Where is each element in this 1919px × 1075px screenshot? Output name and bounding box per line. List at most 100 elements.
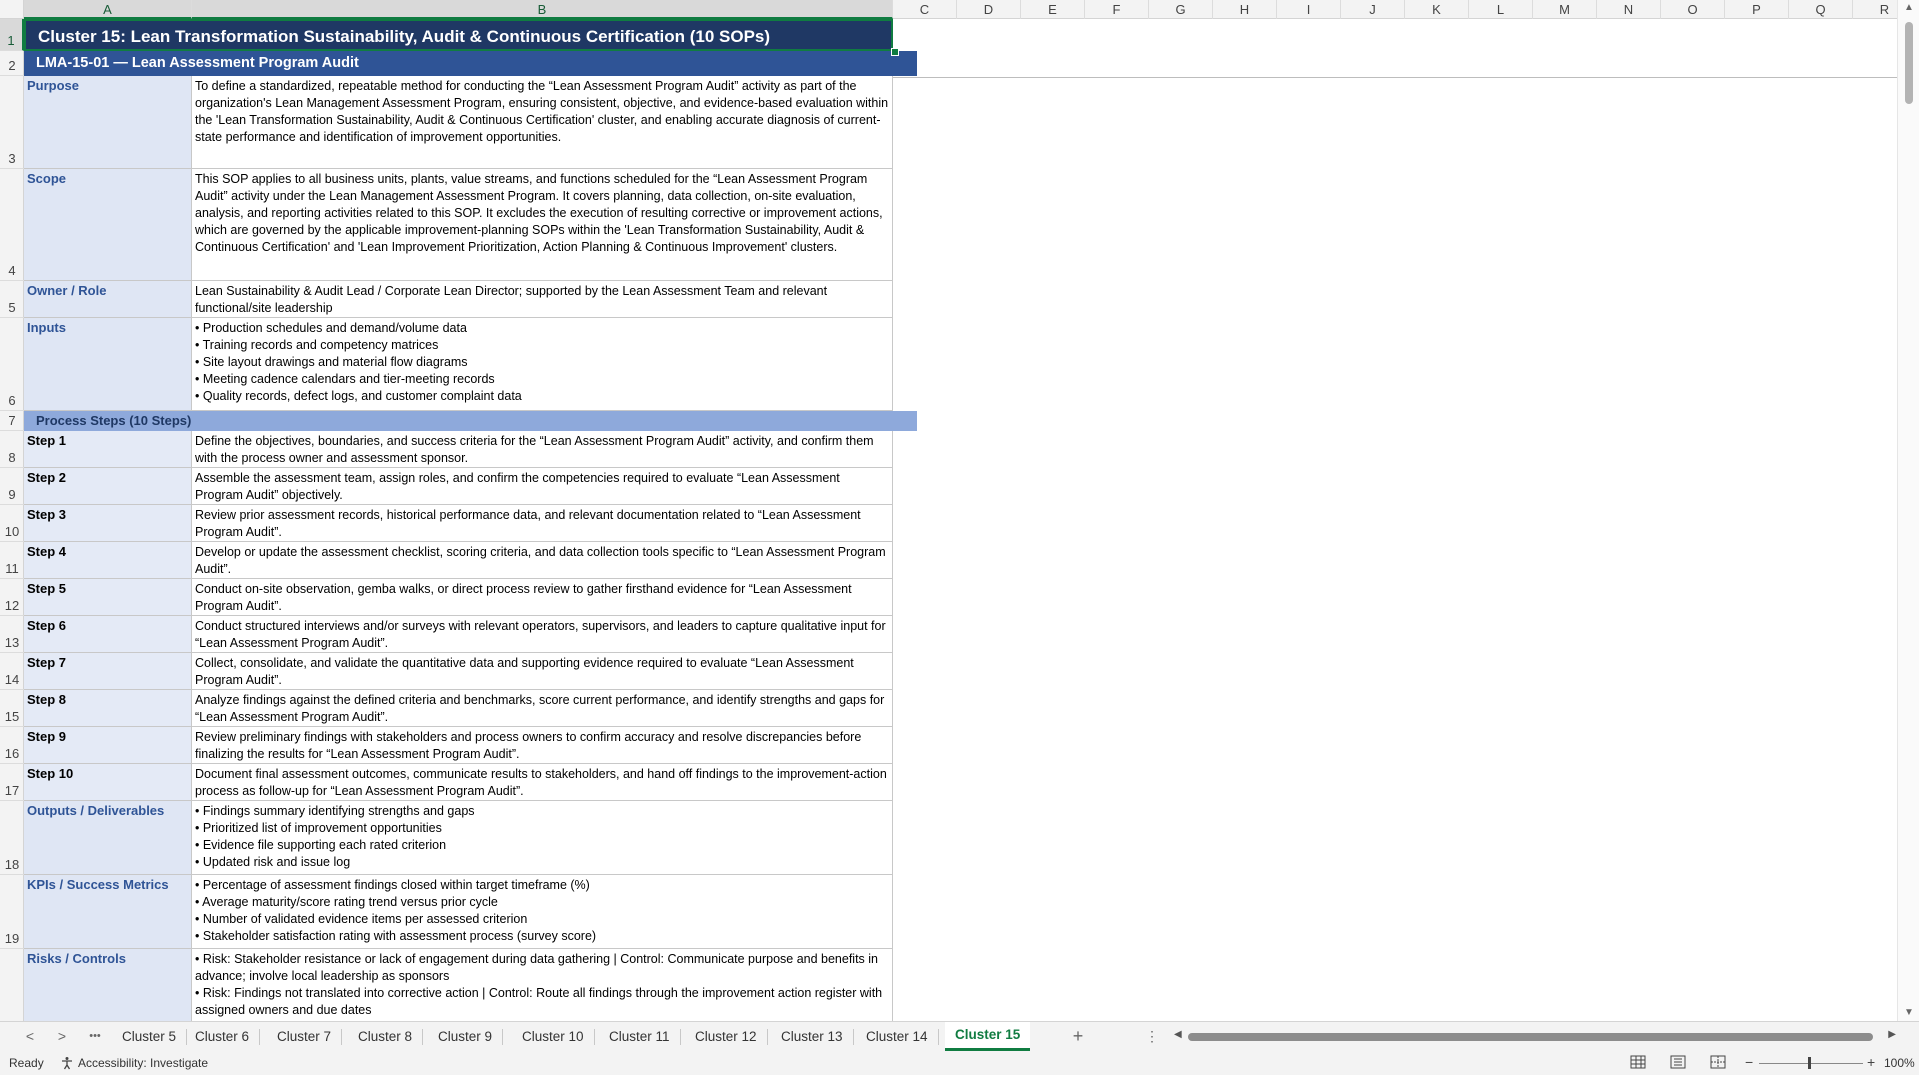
add-sheet-button[interactable]: + (1068, 1022, 1088, 1052)
row-header-5[interactable]: 5 (0, 281, 24, 318)
column-header-a[interactable]: A (24, 0, 192, 19)
step-text[interactable]: Review prior assessment records, histori… (192, 505, 893, 541)
row-header-2[interactable]: 2 (0, 51, 24, 76)
zoom-slider-track[interactable] (1759, 1063, 1863, 1064)
row-header-6[interactable]: 6 (0, 318, 24, 411)
row-header-20[interactable]: 20 (0, 949, 24, 1021)
column-header-i[interactable]: I (1277, 0, 1341, 19)
normal-view-icon[interactable] (1630, 1055, 1646, 1069)
process-steps-header[interactable]: Process Steps (10 Steps) (24, 411, 917, 431)
column-header-l[interactable]: L (1469, 0, 1533, 19)
column-header-k[interactable]: K (1405, 0, 1469, 19)
row-header-3[interactable]: 3 (0, 76, 24, 169)
scope-label[interactable]: Scope (24, 169, 192, 280)
sheet-tab-cluster-10[interactable]: Cluster 10 (512, 1029, 595, 1045)
column-header-j[interactable]: J (1341, 0, 1405, 19)
scroll-down-icon[interactable]: ▼ (1898, 1005, 1919, 1021)
scope-text[interactable]: This SOP applies to all business units, … (192, 169, 893, 280)
select-all-corner[interactable] (0, 0, 24, 19)
kpis-list[interactable]: • Percentage of assessment findings clos… (192, 875, 893, 948)
step-text[interactable]: Analyze findings against the defined cri… (192, 690, 893, 726)
column-header-c[interactable]: C (893, 0, 957, 19)
page-layout-view-icon[interactable] (1670, 1055, 1686, 1069)
scroll-left-icon[interactable]: ◀ (1174, 1029, 1182, 1040)
column-header-q[interactable]: Q (1789, 0, 1853, 19)
sheet-tab-cluster-12[interactable]: Cluster 12 (685, 1029, 768, 1045)
row-header-13[interactable]: 13 (0, 616, 24, 653)
column-header-m[interactable]: M (1533, 0, 1597, 19)
step-text[interactable]: Define the objectives, boundaries, and s… (192, 431, 893, 467)
owner-label[interactable]: Owner / Role (24, 281, 192, 317)
row-header-12[interactable]: 12 (0, 579, 24, 616)
row-header-17[interactable]: 17 (0, 764, 24, 801)
step-label[interactable]: Step 5 (24, 579, 192, 615)
sheet-tab-cluster-6[interactable]: Cluster 6 (185, 1029, 261, 1045)
zoom-level[interactable]: 100% (1884, 1056, 1915, 1070)
sheet-tab-cluster-11[interactable]: Cluster 11 (599, 1029, 681, 1045)
sheet-options-icon[interactable]: ⋮ (1144, 1022, 1160, 1052)
step-label[interactable]: Step 2 (24, 468, 192, 504)
zoom-slider-thumb[interactable] (1808, 1057, 1811, 1069)
row-header-4[interactable]: 4 (0, 169, 24, 281)
step-text[interactable]: Conduct on-site observation, gemba walks… (192, 579, 893, 615)
scroll-right-icon[interactable]: ▶ (1888, 1029, 1896, 1040)
row-header-18[interactable]: 18 (0, 801, 24, 875)
row-header-1[interactable]: 1 (0, 19, 24, 51)
column-header-o[interactable]: O (1661, 0, 1725, 19)
inputs-label[interactable]: Inputs (24, 318, 192, 410)
horizontal-scroll-track[interactable] (1188, 1033, 1882, 1041)
row-header-9[interactable]: 9 (0, 468, 24, 505)
tab-scroll-prev-icon[interactable]: < (20, 1022, 40, 1052)
inputs-list[interactable]: • Production schedules and demand/volume… (192, 318, 893, 410)
row-header-15[interactable]: 15 (0, 690, 24, 727)
row-header-8[interactable]: 8 (0, 431, 24, 468)
page-break-preview-icon[interactable] (1710, 1055, 1726, 1069)
horizontal-scrollbar[interactable]: ◀ ▶ (1174, 1029, 1896, 1044)
selection-fill-handle[interactable] (891, 48, 899, 56)
sheet-tab-cluster-7[interactable]: Cluster 7 (267, 1029, 343, 1045)
zoom-in-button[interactable]: + (1867, 1054, 1875, 1070)
sheet-tab-cluster-14[interactable]: Cluster 14 (856, 1029, 939, 1045)
sheet-tab-cluster-9[interactable]: Cluster 9 (428, 1029, 504, 1045)
row-header-16[interactable]: 16 (0, 727, 24, 764)
step-label[interactable]: Step 3 (24, 505, 192, 541)
row-header-11[interactable]: 11 (0, 542, 24, 579)
step-label[interactable]: Step 6 (24, 616, 192, 652)
outputs-label[interactable]: Outputs / Deliverables (24, 801, 192, 874)
tab-scroll-next-icon[interactable]: > (52, 1022, 72, 1052)
step-text[interactable]: Review preliminary findings with stakeho… (192, 727, 893, 763)
row-header-19[interactable]: 19 (0, 875, 24, 949)
step-label[interactable]: Step 4 (24, 542, 192, 578)
step-text[interactable]: Document final assessment outcomes, comm… (192, 764, 893, 800)
column-header-p[interactable]: P (1725, 0, 1789, 19)
risks-list[interactable]: • Risk: Stakeholder resistance or lack o… (192, 949, 893, 1021)
vertical-scrollbar[interactable]: ▲ ▼ (1897, 0, 1919, 1021)
step-text[interactable]: Assemble the assessment team, assign rol… (192, 468, 893, 504)
accessibility-status-button[interactable]: Accessibility: Investigate (60, 1056, 208, 1070)
column-header-n[interactable]: N (1597, 0, 1661, 19)
step-text[interactable]: Collect, consolidate, and validate the q… (192, 653, 893, 689)
column-header-b[interactable]: B (192, 0, 893, 19)
row-header-14[interactable]: 14 (0, 653, 24, 690)
horizontal-scroll-thumb[interactable] (1188, 1033, 1873, 1041)
column-header-f[interactable]: F (1085, 0, 1149, 19)
column-header-h[interactable]: H (1213, 0, 1277, 19)
row-header-10[interactable]: 10 (0, 505, 24, 542)
purpose-label[interactable]: Purpose (24, 76, 192, 168)
outputs-list[interactable]: • Findings summary identifying strengths… (192, 801, 893, 874)
step-label[interactable]: Step 9 (24, 727, 192, 763)
owner-text[interactable]: Lean Sustainability & Audit Lead / Corpo… (192, 281, 893, 317)
column-header-g[interactable]: G (1149, 0, 1213, 19)
scroll-up-icon[interactable]: ▲ (1898, 0, 1919, 16)
kpis-label[interactable]: KPIs / Success Metrics (24, 875, 192, 948)
sheet-tab-cluster-5[interactable]: Cluster 5 (112, 1029, 188, 1045)
row-header-7[interactable]: 7 (0, 411, 24, 431)
column-header-d[interactable]: D (957, 0, 1021, 19)
risks-label[interactable]: Risks / Controls (24, 949, 192, 1021)
sop-header-cell[interactable]: LMA-15-01 — Lean Assessment Program Audi… (24, 51, 917, 76)
step-text[interactable]: Develop or update the assessment checkli… (192, 542, 893, 578)
vertical-scroll-thumb[interactable] (1905, 22, 1913, 104)
purpose-text[interactable]: To define a standardized, repeatable met… (192, 76, 893, 168)
column-header-e[interactable]: E (1021, 0, 1085, 19)
sheet-tab-cluster-13[interactable]: Cluster 13 (771, 1029, 854, 1045)
